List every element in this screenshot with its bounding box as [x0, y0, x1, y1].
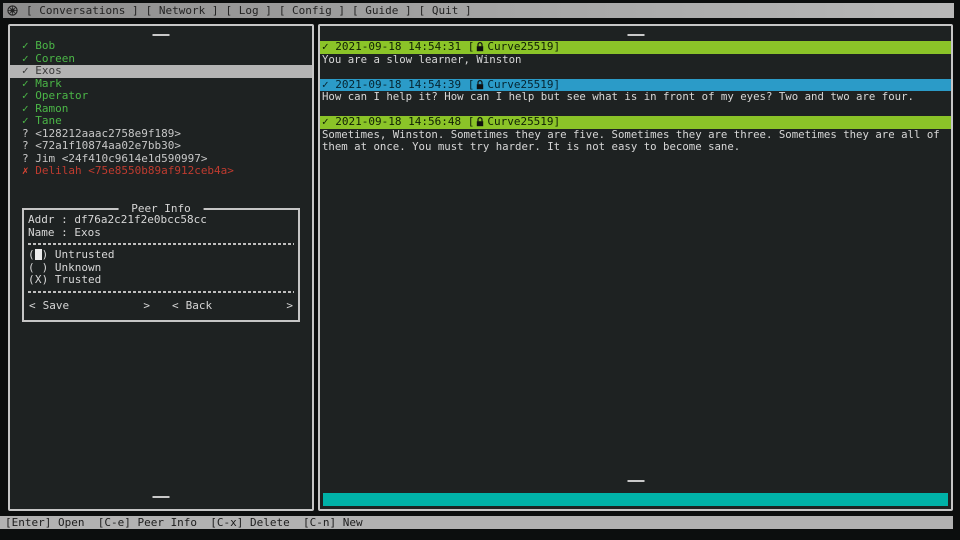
question-icon: ?: [22, 139, 29, 152]
contact-label: Mark: [35, 77, 62, 90]
button-arrow-right: >: [143, 299, 150, 312]
button-label: Back: [186, 299, 213, 312]
message-header: ✓ 2021-09-18 14:56:48 [ Curve25519]: [320, 116, 951, 129]
message: ✓ 2021-09-18 14:54:39 [Curve25519]How ca…: [320, 79, 951, 104]
contact-row[interactable]: ✗ Delilah <75e8550b89af912ceb4a>: [10, 165, 312, 178]
lock-icon: [476, 117, 484, 127]
message-list: ✓ 2021-09-18 14:54:31 [Curve25519]You ar…: [320, 41, 951, 154]
check-icon: ✓: [22, 77, 29, 90]
status-bar: [Enter] Open [C-e] Peer Info [C-x] Delet…: [0, 516, 953, 529]
radio-label: Unknown: [55, 261, 101, 274]
button-arrow-left: <: [29, 299, 36, 312]
message-text: How can I help it? How can I help but se…: [320, 91, 951, 104]
menu-item-network[interactable]: [ Network ]: [146, 3, 219, 18]
scroll-indicator-bottom: [153, 496, 170, 498]
message-text: Sometimes, Winston. Sometimes they are f…: [320, 129, 951, 154]
cipher-label: Curve25519]: [487, 41, 560, 54]
button-arrow-right: >: [286, 299, 293, 312]
radio-checked-icon: X: [35, 274, 42, 287]
back-button[interactable]: < Back >: [172, 299, 293, 312]
message-timestamp: 2021-09-18 14:54:31 [: [329, 41, 475, 54]
contact-label: Operator: [35, 89, 88, 102]
chat-panel: ✓ 2021-09-18 14:54:31 [Curve25519]You ar…: [318, 24, 953, 511]
dialog-buttons: < Save > < Back >: [28, 299, 294, 312]
contacts-panel: ✓ Bob ✓ Coreen ✓ Exos ✓ Mark ✓ Operator ✓ Ram…: [8, 24, 314, 511]
scroll-indicator-top: [153, 34, 170, 36]
contact-label: <72a1f10874aa02e7bb30>: [35, 139, 181, 152]
addr-label: Addr :: [28, 213, 74, 226]
message: ✓ 2021-09-18 14:54:31 [ Curve25519]You ar…: [320, 41, 951, 66]
delivered-check-icon: ✓: [322, 41, 329, 54]
message-input[interactable]: [323, 493, 948, 506]
divider: [28, 291, 294, 293]
cross-icon: ✗: [22, 164, 29, 177]
contact-label: <128212aaac2758e9f189>: [35, 127, 181, 140]
message-timestamp: 2021-09-18 14:56:48 [: [329, 116, 475, 129]
web-logo-icon: [7, 5, 18, 16]
contact-label: Exos: [35, 64, 62, 77]
peer-info-dialog: Peer Info Addr : df76a2c21f2e0bcc58cc Na…: [22, 208, 300, 322]
contact-label: Bob: [35, 39, 55, 52]
question-icon: ?: [22, 152, 29, 165]
menu-item-guide[interactable]: [ Guide ]: [352, 3, 412, 18]
name-value: Exos: [74, 226, 101, 239]
name-label: Name :: [28, 226, 74, 239]
menu-item-conversations[interactable]: [ Conversations ]: [26, 3, 139, 18]
radio-option-trusted[interactable]: (X) Trusted: [28, 274, 294, 287]
menu-item-config[interactable]: [ Config ]: [279, 3, 345, 18]
menu-item-log[interactable]: [ Log ]: [225, 3, 271, 18]
lock-icon: [476, 80, 484, 90]
message-text: You are a slow learner, Winston: [320, 54, 951, 67]
dialog-title: Peer Info: [119, 202, 204, 215]
radio-label: Untrusted: [55, 248, 115, 261]
save-button[interactable]: < Save >: [29, 299, 150, 312]
contact-label: Ramon: [35, 102, 68, 115]
lock-icon: [476, 42, 484, 52]
contact-list: ✓ Bob ✓ Coreen ✓ Exos ✓ Mark ✓ Operator ✓ Ram…: [10, 40, 312, 178]
check-icon: ✓: [22, 39, 29, 52]
message-header: ✓ 2021-09-18 14:54:31 [ Curve25519]: [320, 41, 951, 54]
button-label: Save: [43, 299, 70, 312]
check-icon: ✓: [22, 114, 29, 127]
contact-label: Tane: [35, 114, 62, 127]
scroll-indicator-top: [627, 34, 644, 36]
divider: [28, 243, 294, 245]
menu-item-quit[interactable]: [ Quit ]: [419, 3, 472, 18]
contact-label: Jim <24f410c9614e1d590997>: [35, 152, 207, 165]
check-icon: ✓: [22, 64, 29, 77]
radio-mark: [35, 249, 42, 260]
check-icon: ✓: [22, 102, 29, 115]
question-icon: ?: [22, 127, 29, 140]
trust-radio-group: ( ) Untrusted( ) Unknown(X) Trusted: [28, 249, 294, 287]
delivered-check-icon: ✓: [322, 116, 329, 129]
button-arrow-left: <: [172, 299, 179, 312]
radio-label: Trusted: [55, 273, 101, 286]
contact-label: Delilah <75e8550b89af912ceb4a>: [35, 164, 234, 177]
contact-label: Coreen: [35, 52, 75, 65]
cipher-label: Curve25519]: [487, 116, 560, 129]
peer-name-row: Name : Exos: [28, 227, 294, 240]
check-icon: ✓: [22, 89, 29, 102]
menu-bar: [ Conversations ] [ Network ] [ Log ] [ Con…: [3, 3, 954, 18]
check-icon: ✓: [22, 52, 29, 65]
message: ✓ 2021-09-18 14:56:48 [ Curve25519]Someti…: [320, 116, 951, 154]
scroll-indicator-bottom: [627, 480, 644, 482]
